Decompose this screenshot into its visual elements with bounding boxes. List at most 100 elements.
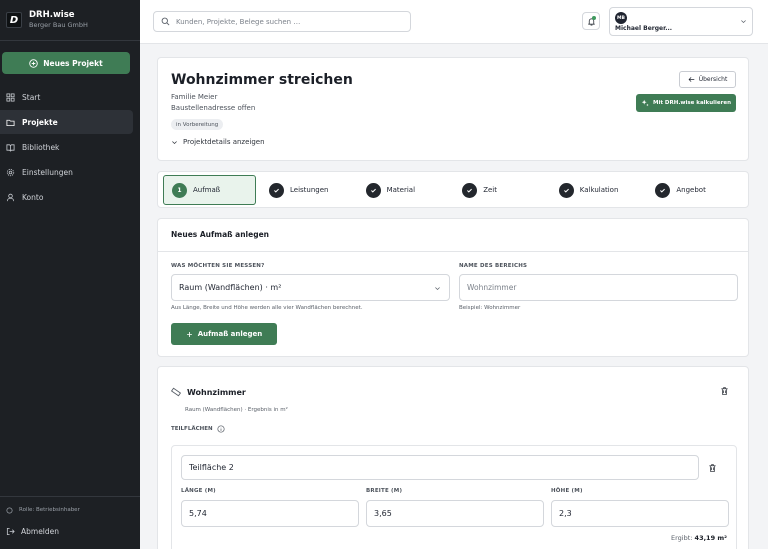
calculate-button[interactable]: Mit DRH.wise kalkulieren <box>636 94 736 112</box>
new-project-button[interactable]: Neues Projekt <box>2 52 130 74</box>
new-measurement-card: Neues Aufmaß anlegen WAS MÖCHTEN SIE MES… <box>157 218 749 357</box>
add-measurement-button[interactable]: Aufmaß anlegen <box>171 323 277 345</box>
partial-name-field[interactable]: Teilfläche 2 <box>181 455 699 480</box>
result-value: 43,19 m² <box>694 534 727 542</box>
sidebar-divider <box>0 40 140 41</box>
company-name: Berger Bau GmbH <box>29 21 88 29</box>
sidebar: D DRH.wise Berger Bau GmbH Neues Projekt… <box>0 0 140 549</box>
search-box[interactable] <box>153 11 411 32</box>
sidebar-item-label: Start <box>22 92 41 102</box>
notification-dot <box>592 16 596 20</box>
arrow-left-icon <box>688 76 695 83</box>
user-name: Michael Berger... <box>615 25 673 32</box>
brand-name: DRH.wise <box>29 10 75 20</box>
brand-logo: D <box>6 12 22 28</box>
height-label: HÖHE (M) <box>551 488 583 494</box>
sidebar-item-konto[interactable]: Konto <box>0 185 133 209</box>
chevron-down-icon <box>434 285 441 292</box>
search-input[interactable] <box>176 17 396 26</box>
length-value: 5,74 <box>189 509 207 518</box>
brand[interactable]: D DRH.wise Berger Bau GmbH <box>6 10 88 30</box>
length-field[interactable]: 5,74 <box>181 500 359 527</box>
sidebar-item-start[interactable]: Start <box>0 85 133 109</box>
step-kalkulation[interactable]: Kalkulation <box>551 175 648 205</box>
step-aufmass[interactable]: 1 Aufmaß <box>163 175 256 205</box>
step-label: Angebot <box>676 186 706 194</box>
gear-icon <box>6 168 15 177</box>
step-zeit[interactable]: Zeit <box>454 175 551 205</box>
length-label: LÄNGE (M) <box>181 488 216 494</box>
sidebar-nav: Start Projekte Bibliothek Einstellungen … <box>0 85 140 210</box>
sidebar-item-label: Bibliothek <box>22 142 60 152</box>
area-name-field[interactable] <box>459 274 738 301</box>
result-prefix: Ergibt: <box>671 534 693 542</box>
grid-icon <box>6 92 15 102</box>
user-menu-button[interactable]: MB Michael Berger... <box>609 7 753 36</box>
measurement-subtitle: Raum (Wandflächen) · Ergebnis in m² <box>185 407 288 413</box>
step-label: Material <box>386 186 416 194</box>
width-value: 3,65 <box>374 509 392 518</box>
notifications-button[interactable] <box>582 12 600 30</box>
measure-type-value: Raum (Wandflächen) · m² <box>179 283 282 292</box>
info-icon[interactable] <box>217 425 225 433</box>
sidebar-item-label: Konto <box>22 192 44 202</box>
chevron-down-icon <box>171 139 178 146</box>
sidebar-item-einstellungen[interactable]: Einstellungen <box>0 160 133 184</box>
plus-circle-icon <box>29 58 38 68</box>
width-field[interactable]: 3,65 <box>366 500 544 527</box>
status-badge: in Vorbereitung <box>171 119 224 130</box>
avatar: MB <box>615 12 627 24</box>
area-name-input[interactable] <box>467 283 737 292</box>
check-icon <box>558 182 574 198</box>
area-name-hint: Beispiel: Wohnzimmer <box>459 305 521 311</box>
search-icon <box>161 17 170 26</box>
site-address: Baustellenadresse offen <box>171 104 256 112</box>
step-leistungen[interactable]: Leistungen <box>261 175 358 205</box>
project-header-card: Wohnzimmer streichen Familie Meier Baust… <box>157 57 749 161</box>
add-measurement-label: Aufmaß anlegen <box>197 330 263 338</box>
step-label: Zeit <box>483 186 497 194</box>
check-icon <box>655 182 671 198</box>
area-name-label: NAME DES BEREICHS <box>459 263 528 269</box>
measure-type-select[interactable]: Raum (Wandflächen) · m² <box>171 274 450 301</box>
section-divider <box>158 251 748 252</box>
logout-button[interactable]: Abmelden <box>0 518 140 544</box>
user-role: Rolle: Betriebsinhaber <box>0 502 140 518</box>
page-title: Wohnzimmer streichen <box>171 72 353 88</box>
user-icon <box>6 193 15 202</box>
shield-icon <box>6 506 13 514</box>
measure-type-hint: Aus Länge, Breite und Höhe werden alle v… <box>171 305 363 311</box>
partial-area-card: Teilfläche 2 LÄNGE (M) 5,74 BREITE (M) 3… <box>171 445 737 549</box>
partial-areas-title: TEILFLÄCHEN <box>171 426 213 432</box>
partial-name-value: Teilfläche 2 <box>189 463 234 472</box>
trash-icon[interactable] <box>720 386 729 396</box>
overview-button[interactable]: Übersicht <box>679 71 736 88</box>
measurement-name: Wohnzimmer <box>187 388 246 397</box>
overview-label: Übersicht <box>698 76 728 83</box>
sidebar-item-projekte[interactable]: Projekte <box>0 110 133 134</box>
height-field[interactable]: 2,3 <box>551 500 729 527</box>
sparkles-icon <box>641 99 649 107</box>
step-angebot[interactable]: Angebot <box>647 175 744 205</box>
folder-icon <box>6 118 15 127</box>
plus-icon <box>186 331 193 338</box>
sidebar-divider <box>0 496 140 497</box>
client-name: Familie Meier <box>171 93 218 101</box>
height-value: 2,3 <box>559 509 572 518</box>
sidebar-item-label: Einstellungen <box>22 167 73 177</box>
details-toggle-label: Projektdetails anzeigen <box>183 138 265 146</box>
sidebar-item-bibliothek[interactable]: Bibliothek <box>0 135 133 159</box>
chevron-down-icon <box>740 18 747 25</box>
step-label: Kalkulation <box>579 186 619 194</box>
section-title: Neues Aufmaß anlegen <box>171 230 270 239</box>
step-material[interactable]: Material <box>358 175 455 205</box>
project-details-toggle[interactable]: Projektdetails anzeigen <box>171 138 265 146</box>
sidebar-item-label: Projekte <box>22 117 58 127</box>
step-label: Leistungen <box>290 186 329 194</box>
width-label: BREITE (M) <box>366 488 403 494</box>
workflow-steps: 1 Aufmaß Leistungen Material Zeit Kalkul… <box>157 171 749 208</box>
trash-icon[interactable] <box>708 463 717 473</box>
step-number: 1 <box>172 182 187 198</box>
role-label: Rolle: Betriebsinhaber <box>19 507 80 513</box>
partial-areas-label: TEILFLÄCHEN <box>171 425 225 433</box>
